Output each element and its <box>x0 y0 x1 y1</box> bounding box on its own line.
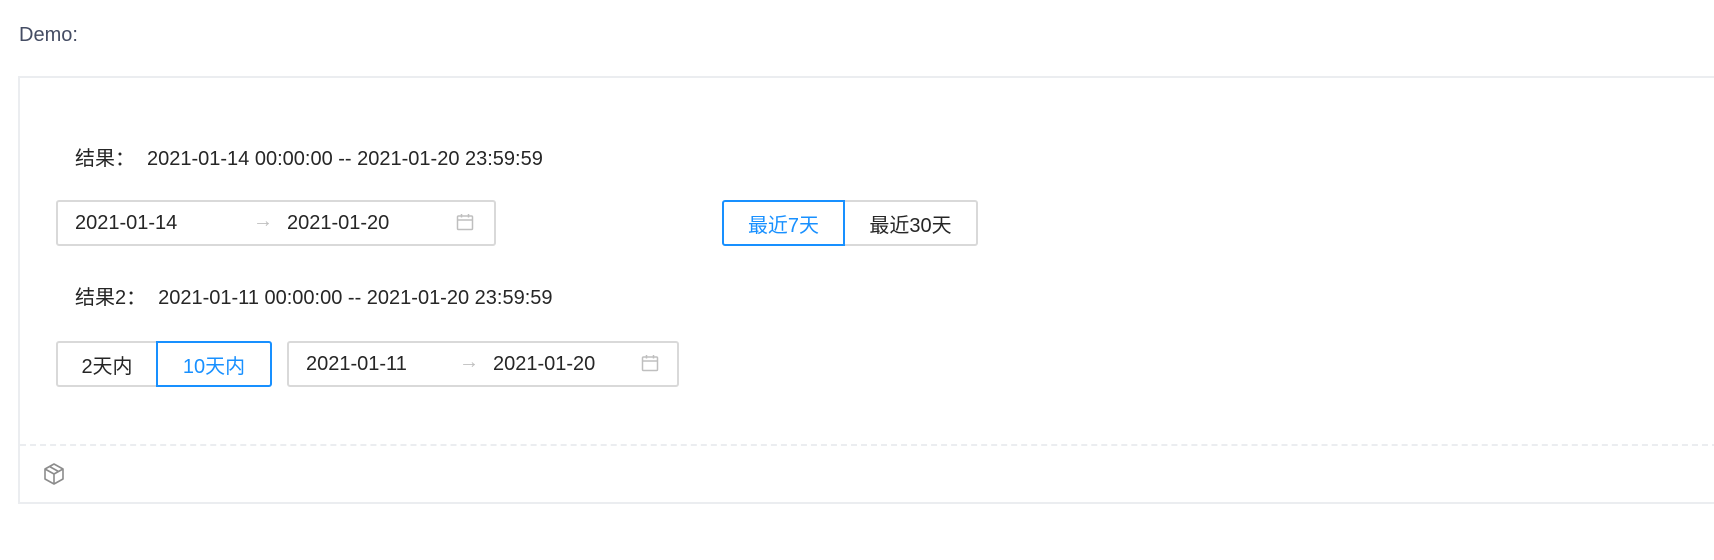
result-value: 2021-01-14 00:00:00 -- 2021-01-20 23:59:… <box>147 148 543 170</box>
date-range-picker-2[interactable]: 2021-01-11 → 2021-01-20 <box>287 341 679 387</box>
calendar-icon[interactable] <box>456 213 474 231</box>
end-date-input[interactable]: 2021-01-20 <box>493 353 595 376</box>
result-label: 结果： <box>75 148 135 170</box>
card-divider <box>20 444 1714 446</box>
result-line-1: 结果： 2021-01-14 00:00:00 -- 2021-01-20 23:… <box>75 142 543 171</box>
start-date-input[interactable]: 2021-01-14 <box>75 212 177 235</box>
end-date-input[interactable]: 2021-01-20 <box>287 212 389 235</box>
calendar-icon[interactable] <box>641 354 659 372</box>
result-line-2: 结果2： 2021-01-11 00:00:00 -- 2021-01-20 23… <box>75 281 553 310</box>
result-label: 结果2： <box>75 287 147 309</box>
range-separator: → <box>459 351 479 373</box>
demo-card: 结果： 2021-01-14 00:00:00 -- 2021-01-20 23:… <box>18 76 1714 504</box>
range-button-last30[interactable]: 最近30天 <box>843 200 978 246</box>
within-button-2-days[interactable]: 2天内 <box>56 341 158 387</box>
result-value: 2021-01-11 00:00:00 -- 2021-01-20 23:59:… <box>158 287 553 309</box>
code-sandbox-icon[interactable] <box>42 462 66 486</box>
range-button-last7[interactable]: 最近7天 <box>722 200 845 246</box>
start-date-input[interactable]: 2021-01-11 <box>306 353 407 376</box>
within-button-10-days[interactable]: 10天内 <box>156 341 272 387</box>
range-separator: → <box>253 210 273 232</box>
date-range-picker-1[interactable]: 2021-01-14 → 2021-01-20 <box>56 200 496 246</box>
demo-label: Demo: <box>19 24 78 46</box>
